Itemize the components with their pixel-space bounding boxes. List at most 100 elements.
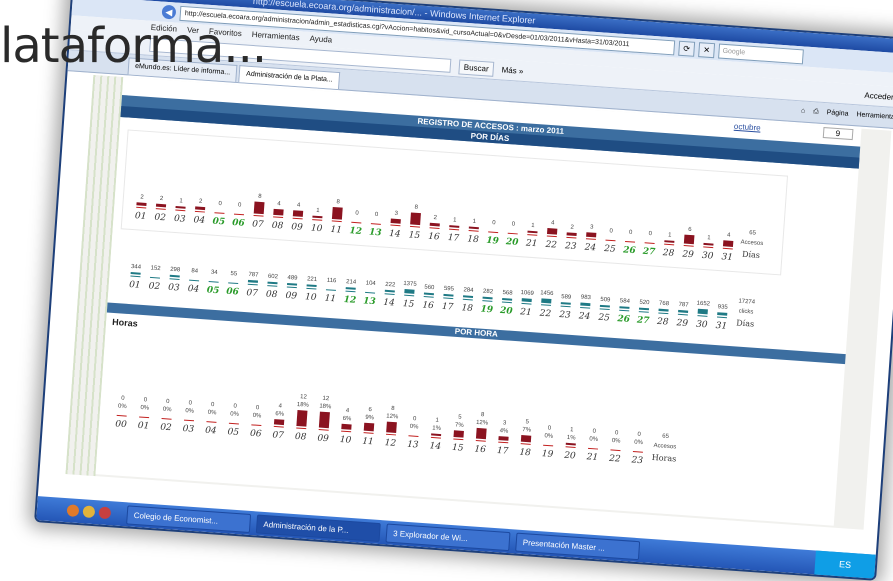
folder-icon[interactable] <box>82 505 96 519</box>
language-tray[interactable]: ES <box>814 550 876 579</box>
taskbar-item-presentacion[interactable]: Presentación Master ... <box>515 532 641 560</box>
bar-baseline <box>228 282 239 285</box>
bar-20 <box>502 298 513 301</box>
percent-label-23: 0% <box>634 440 644 447</box>
bar-24 <box>586 232 597 238</box>
value-label-06: 0 <box>238 202 242 208</box>
bar-28 <box>664 240 675 243</box>
tick-label-17: 17 <box>442 302 454 313</box>
value-label-18: 1 <box>472 219 476 225</box>
bar-baseline <box>206 421 217 423</box>
bar-baseline <box>214 212 225 214</box>
tick-label-11: 11 <box>330 225 342 236</box>
bar-baseline <box>599 308 610 311</box>
bar-baseline <box>429 227 440 229</box>
tools-menu[interactable]: Herramientas <box>856 111 893 122</box>
tick-label-28: 28 <box>656 317 669 328</box>
bar-baseline <box>306 287 317 290</box>
tick-label-31: 31 <box>715 321 727 332</box>
bar-baseline <box>409 225 420 228</box>
menu-item-ayuda[interactable]: Ayuda <box>309 32 332 48</box>
tick-label-03: 03 <box>174 214 186 225</box>
bar-baseline <box>341 430 352 433</box>
value-label-19: 0 <box>547 426 551 432</box>
bar-baseline <box>331 220 342 223</box>
percent-label-16: 12% <box>476 420 489 427</box>
bar-23 <box>560 302 571 305</box>
bar-baseline <box>658 312 669 315</box>
percent-label-17: 4% <box>499 428 509 435</box>
bar-12 <box>345 287 356 290</box>
home-icon[interactable]: ⌂ <box>801 107 806 115</box>
tick-label-12: 12 <box>384 438 396 449</box>
value-label-14: 1 <box>435 418 439 424</box>
tick-label-04: 04 <box>187 284 199 295</box>
bar-26 <box>619 306 630 309</box>
value-label-12: 0 <box>355 211 359 217</box>
value-label-15: 5 <box>458 415 462 421</box>
tick-label-15: 15 <box>402 299 414 310</box>
month-link[interactable]: octubre <box>734 122 761 133</box>
bar-baseline <box>625 240 636 243</box>
refresh-icon[interactable]: ⟳ <box>678 40 696 57</box>
value-label-06: 0 <box>256 405 260 411</box>
value-label-04: 84 <box>191 268 199 274</box>
bar-baseline <box>149 276 161 279</box>
buscar-button[interactable]: Buscar <box>458 58 495 77</box>
more-button[interactable]: Más » <box>501 65 523 75</box>
taskbar-item-administracion[interactable]: Administración de la P... <box>255 513 381 542</box>
value-label-21: 1 <box>531 223 535 229</box>
total-caption: clicks <box>738 309 753 316</box>
bar-baseline <box>462 298 473 301</box>
tick-label-06: 06 <box>250 429 262 440</box>
value-label-01: 0 <box>143 397 147 403</box>
bar-baseline <box>546 235 557 238</box>
value-label-21: 1069 <box>520 290 534 297</box>
bar-08 <box>296 410 308 427</box>
value-label-07: 787 <box>248 272 259 279</box>
bar-baseline <box>475 440 486 442</box>
bar-21 <box>527 230 538 234</box>
value-label-10: 1 <box>316 208 320 214</box>
bar-baseline <box>644 242 655 245</box>
bar-baseline <box>468 230 479 232</box>
page-menu[interactable]: Página <box>826 109 848 119</box>
tick-label-30: 30 <box>696 320 708 331</box>
stop-icon[interactable]: ✕ <box>698 41 716 58</box>
tick-label-18: 18 <box>461 303 473 314</box>
bar-10 <box>312 215 323 219</box>
value-label-17: 1 <box>453 217 457 223</box>
firefox-icon[interactable] <box>66 504 80 517</box>
tick-label-19: 19 <box>486 236 500 247</box>
tick-label-09: 09 <box>285 291 297 302</box>
value-label-09: 4 <box>297 202 301 208</box>
value-label-19: 282 <box>483 289 494 296</box>
value-label-12: 8 <box>391 406 395 412</box>
print-icon[interactable]: ⎙ <box>813 108 819 116</box>
value-label-30: 1652 <box>696 301 710 308</box>
value-label-13: 0 <box>375 212 379 218</box>
value-label-22: 0 <box>615 430 619 436</box>
taskbar-item-explorador[interactable]: 3 Explorador de Wi... <box>385 523 511 551</box>
bar-14 <box>431 433 442 437</box>
login-button[interactable]: Acceder <box>864 90 893 101</box>
value-label-26: 584 <box>620 298 631 305</box>
taskbar-item-colegio[interactable]: Colegio de Economist... <box>126 504 252 533</box>
bar-baseline <box>183 419 195 422</box>
bar-19 <box>482 296 493 300</box>
bar-14 <box>390 218 401 224</box>
tick-label-22: 22 <box>608 454 621 465</box>
value-label-00: 0 <box>121 396 125 402</box>
tick-label-07: 07 <box>246 288 258 299</box>
percent-label-11: 9% <box>365 415 375 422</box>
bar-31 <box>717 312 728 316</box>
tick-label-14: 14 <box>383 298 395 309</box>
app-icon[interactable] <box>98 506 112 520</box>
percent-label-15: 7% <box>455 422 465 429</box>
bar-31 <box>722 240 734 247</box>
bar-29 <box>683 234 695 245</box>
bar-baseline <box>541 304 552 306</box>
value-label-20: 0 <box>511 222 515 228</box>
bar-baseline <box>520 443 531 445</box>
tick-label-29: 29 <box>681 249 694 260</box>
